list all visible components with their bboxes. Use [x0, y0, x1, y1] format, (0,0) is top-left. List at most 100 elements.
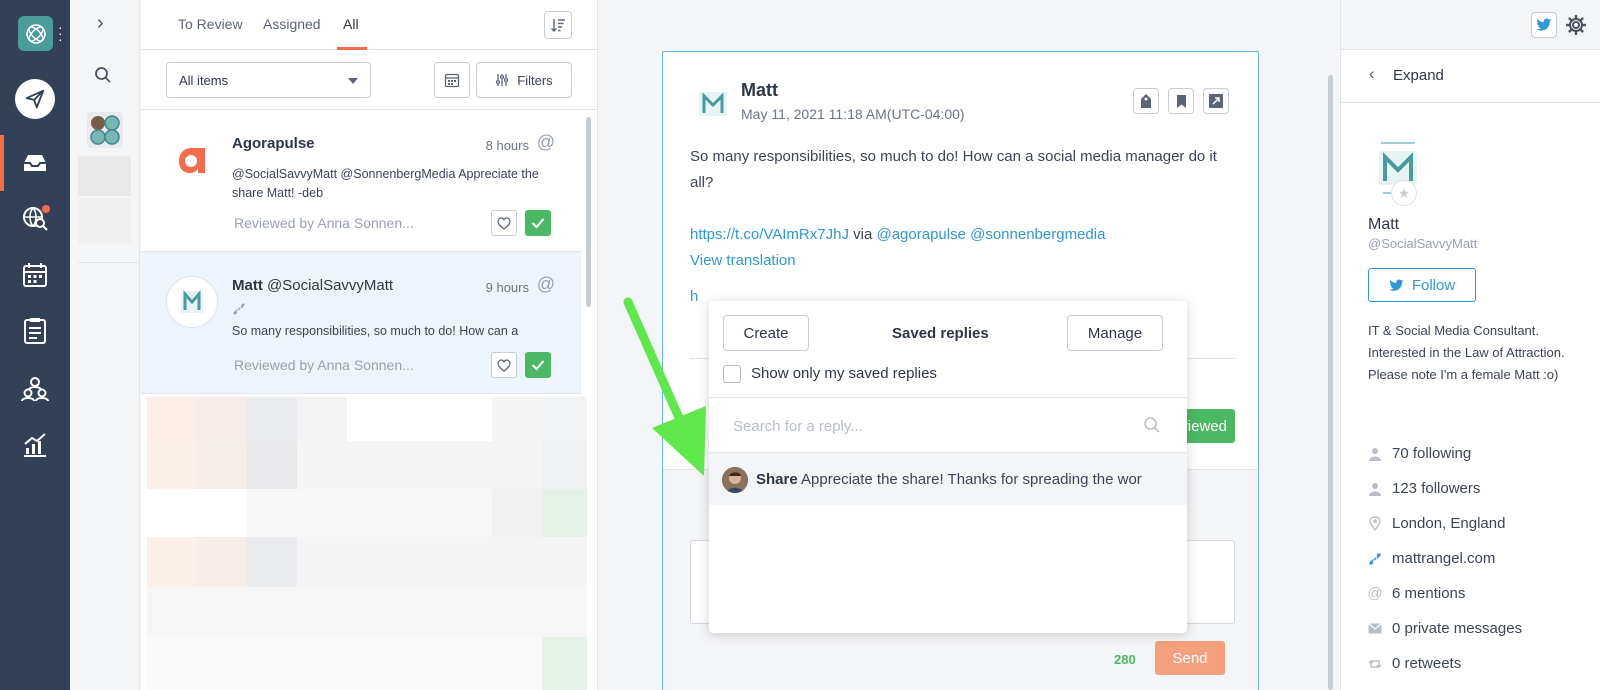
item-time: 9 hours — [485, 280, 529, 295]
expand-label: Expand — [1393, 67, 1444, 84]
saved-reply-item[interactable]: Share Appreciate the share! Thanks for s… — [709, 453, 1187, 505]
assign-button[interactable] — [1203, 88, 1229, 114]
sliders-icon — [496, 74, 509, 86]
user-icon — [1368, 482, 1382, 496]
reviewed-toggle[interactable] — [525, 210, 551, 236]
blurred-account — [78, 156, 131, 196]
like-button[interactable] — [491, 352, 517, 378]
only-mine-label: Show only my saved replies — [751, 365, 937, 382]
chevron-right-icon[interactable]: › — [97, 12, 104, 35]
account-avatar[interactable] — [87, 112, 123, 148]
stat-location: London, England — [1368, 515, 1505, 532]
item-text: @SocialSavvyMatt @SonnenbergMedia Apprec… — [232, 167, 539, 200]
profile-panel: ‹ Expand ★ Matt @SocialSavvyMatt Follow … — [1340, 0, 1600, 690]
check-icon — [531, 218, 545, 229]
saved-reply-name: Share — [756, 471, 798, 488]
assign-icon — [1209, 94, 1223, 108]
twitter-icon — [1536, 18, 1552, 31]
heart-icon — [497, 358, 511, 372]
item-time: 8 hours — [485, 138, 529, 153]
star-icon[interactable]: ★ — [1391, 180, 1417, 206]
send-button[interactable]: Send — [1155, 641, 1225, 675]
reports-list-icon[interactable] — [20, 316, 50, 346]
at-icon: @ — [1367, 585, 1383, 602]
follow-button[interactable]: Follow — [1368, 268, 1476, 302]
like-button[interactable] — [491, 210, 517, 236]
stat-private-messages[interactable]: 0 private messages — [1368, 620, 1522, 637]
items-filter-select[interactable]: All items — [166, 62, 371, 98]
stat-followers[interactable]: 123 followers — [1368, 480, 1480, 497]
app-logo-icon[interactable] — [18, 16, 53, 51]
date-filter-button[interactable] — [434, 62, 470, 98]
sort-button[interactable] — [544, 11, 572, 39]
more-dots-icon[interactable]: · · · — [58, 20, 63, 46]
mark-reviewed-label: viewed — [1180, 417, 1227, 435]
reply-author-avatar — [722, 467, 748, 493]
filters-button[interactable]: Filters — [476, 62, 572, 98]
post-body: So many responsibilities, so much to do!… — [690, 144, 1240, 274]
saved-replies-popover: Create Saved replies Manage Show only my… — [709, 301, 1187, 633]
link-icon — [1368, 552, 1382, 566]
post-author: Matt — [741, 80, 778, 100]
calendar-icon[interactable] — [20, 260, 50, 290]
post-mentions[interactable]: @agorapulse @sonnenbergmedia — [876, 226, 1105, 243]
post-date: May 11, 2021 11:18 AM(UTC-04:00) — [741, 106, 965, 122]
item-author: Agorapulse — [232, 135, 315, 152]
calendar-icon — [444, 73, 460, 88]
tag-button[interactable] — [1133, 88, 1159, 114]
stat-label: 123 followers — [1392, 480, 1481, 497]
reply-search-input[interactable] — [733, 412, 1133, 440]
create-label: Create — [743, 324, 789, 342]
saved-reply-text: Share Appreciate the share! Thanks for s… — [756, 471, 1142, 488]
manage-label: Manage — [1087, 324, 1143, 342]
list-item[interactable]: Agorapulse 8 hours @ @SocialSavvyMatt @S… — [141, 110, 581, 252]
sort-icon — [551, 19, 565, 32]
follow-label: Follow — [1411, 276, 1456, 294]
stat-following[interactable]: 70 following — [1368, 445, 1471, 462]
list-item[interactable]: Matt @SocialSavvyMatt 9 hours @ So many … — [141, 252, 581, 394]
bookmark-button[interactable] — [1168, 88, 1194, 114]
publish-icon[interactable] — [15, 79, 55, 119]
stat-mentions[interactable]: @ 6 mentions — [1367, 585, 1465, 602]
listening-icon[interactable] — [20, 203, 50, 233]
only-mine-checkbox[interactable] — [723, 365, 741, 383]
retweet-icon — [1368, 658, 1382, 670]
tab-to-review[interactable]: To Review — [178, 16, 243, 32]
team-icon[interactable] — [20, 373, 50, 403]
blurred-list-items — [147, 397, 587, 690]
manage-replies-button[interactable]: Manage — [1067, 315, 1163, 351]
divider — [78, 262, 140, 263]
gear-icon — [1566, 15, 1586, 35]
item-author: Matt @SocialSavvyMatt — [232, 277, 394, 294]
reply-search — [709, 397, 1187, 453]
search-icon[interactable] — [1143, 416, 1161, 439]
inbox-icon[interactable] — [20, 148, 50, 178]
reviewed-toggle[interactable] — [525, 352, 551, 378]
saved-replies-title: Saved replies — [892, 325, 989, 342]
conversation-scrollbar[interactable] — [1328, 75, 1333, 690]
check-icon — [531, 360, 545, 371]
user-icon — [1368, 447, 1382, 461]
analytics-icon[interactable] — [20, 430, 50, 460]
bookmark-icon — [1176, 94, 1186, 108]
search-icon[interactable] — [94, 66, 112, 89]
tab-assigned[interactable]: Assigned — [263, 16, 321, 32]
stat-website[interactable]: mattrangel.com — [1368, 550, 1495, 567]
agorapulse-logo-icon — [166, 134, 218, 186]
inbox-scrollbar[interactable] — [586, 117, 591, 307]
stat-label: London, England — [1392, 515, 1506, 532]
profile-handle: @SocialSavvyMatt — [1368, 236, 1478, 251]
post-text: So many responsibilities, so much to do!… — [690, 148, 1217, 191]
profile-name: Matt — [1368, 216, 1400, 233]
tab-all[interactable]: All — [343, 16, 359, 32]
expand-profile[interactable]: ‹ Expand — [1341, 50, 1600, 103]
profile-topbar — [1341, 0, 1600, 50]
twitter-button[interactable] — [1531, 12, 1557, 38]
post-link[interactable]: https://t.co/VAImRx7JhJ — [690, 226, 849, 243]
stat-retweets[interactable]: 0 retweets — [1368, 655, 1461, 672]
view-translation-link[interactable]: View translation — [690, 252, 796, 269]
location-icon — [1368, 516, 1382, 531]
settings-button[interactable] — [1563, 12, 1589, 38]
create-reply-button[interactable]: Create — [723, 315, 809, 351]
item-reviewed-by: Reviewed by Anna Sonnen... — [234, 357, 414, 373]
